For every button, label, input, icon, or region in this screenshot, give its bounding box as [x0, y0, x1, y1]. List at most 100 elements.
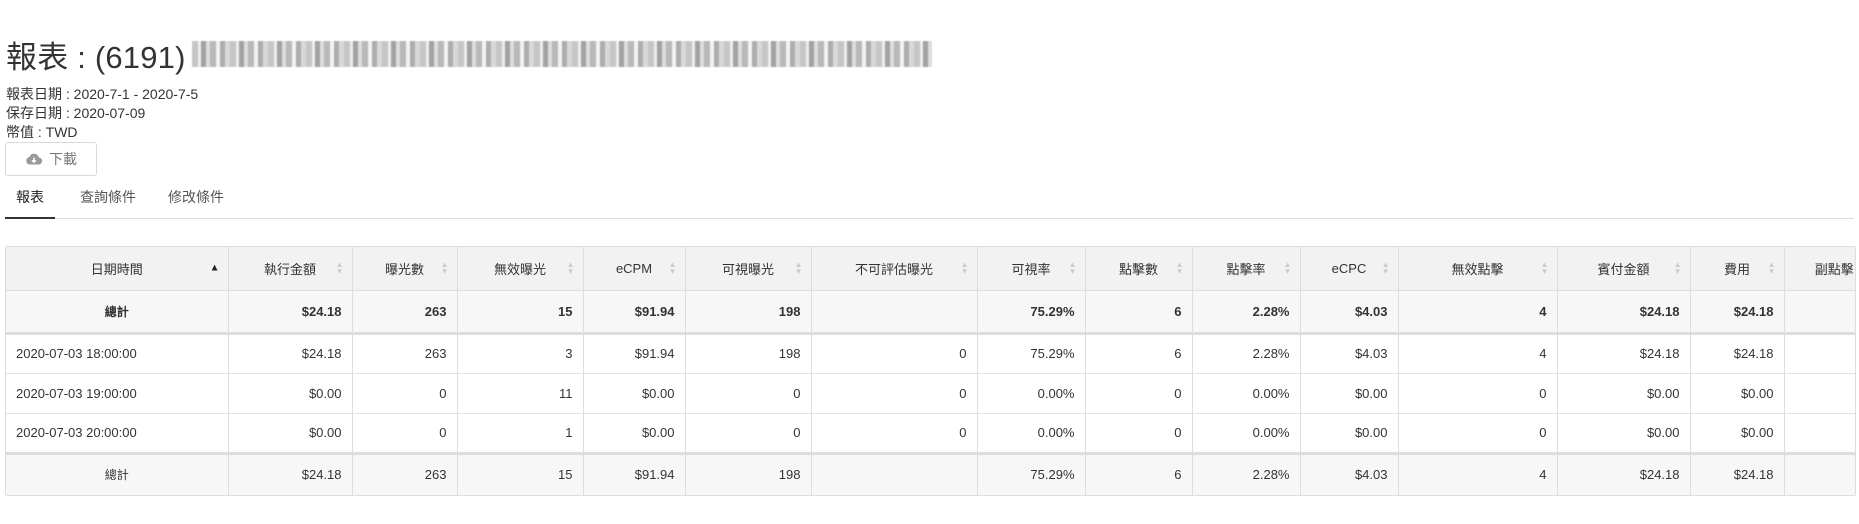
table-header-row: 日期時間 ▲ 執行金額 ▲ ▼ 曝光數 ▲ ▼ 無效曝光 ▲ ▼ eCPM ▲ ▼ 可視曝光 ▲ ▼ … [6, 247, 1855, 291]
table-cell: 0 [1398, 413, 1558, 454]
table-cell: 0.00% [1192, 413, 1301, 454]
table-cell: $24.18 [228, 333, 353, 374]
col-header-viewable-impressions[interactable]: 可視曝光 ▲ ▼ [685, 247, 812, 291]
col-header-viewability-rate[interactable]: 可視率 ▲ ▼ [977, 247, 1086, 291]
total-cell: $24.18 [1690, 290, 1785, 335]
col-header-datetime[interactable]: 日期時間 ▲ [6, 247, 229, 291]
table-cell: $0.00 [1557, 373, 1691, 414]
report-date: 報表日期 : 2020-7-1 - 2020-7-5 [6, 86, 199, 102]
total-cell: $4.03 [1300, 290, 1399, 335]
table-cell: 0.00% [977, 413, 1086, 454]
sort-icon: ▲ ▼ [1767, 260, 1776, 277]
total-cell: $24.18 [1690, 451, 1785, 495]
total-cell: 198 [685, 290, 812, 335]
table-cell: $0.00 [1300, 413, 1399, 454]
total-cell [1784, 451, 1855, 495]
cloud-download-icon [25, 152, 43, 166]
table-cell: 263 [352, 333, 458, 374]
table-cell: $0.00 [1557, 413, 1691, 454]
table-cell: 0 [811, 373, 978, 414]
col-header-ctr[interactable]: 點擊率 ▲ ▼ [1192, 247, 1301, 291]
table-cell: 0 [811, 413, 978, 454]
download-button[interactable]: 下載 [5, 142, 97, 176]
total-cell: $24.18 [228, 451, 353, 495]
table-cell: 0 [1784, 333, 1855, 374]
table-cell: 75.29% [977, 333, 1086, 374]
table-cell: $0.00 [228, 373, 353, 414]
total-cell: 15 [457, 290, 584, 335]
tab-edit-conditions[interactable]: 修改條件 [161, 180, 231, 217]
table-cell: $24.18 [1557, 333, 1691, 374]
total-cell: 總計 [6, 290, 229, 335]
table-cell: 0 [685, 373, 812, 414]
report-page: 報表 : (6191) 報表日期 : 2020-7-1 - 2020-7-5 保… [0, 0, 1859, 524]
col-header-secondary-clicks[interactable]: 副點擊▲▼ [1784, 247, 1855, 291]
table-cell: 0 [352, 373, 458, 414]
col-header-impressions[interactable]: 曝光數 ▲ ▼ [352, 247, 458, 291]
total-cell [811, 290, 978, 335]
sort-icon: ▲ ▼ [1381, 260, 1390, 277]
page-title: 報表 : (6191) [6, 34, 932, 75]
total-cell: $91.94 [583, 290, 686, 335]
col-header-unmeasurable-impressions[interactable]: 不可評估曝光 ▲ ▼ [811, 247, 978, 291]
sort-icon: ▲ ▼ [335, 260, 344, 277]
table-cell: 2020-07-03 18:00:00 [6, 333, 229, 374]
sort-icon: ▲ ▼ [440, 260, 449, 277]
col-header-invalid-impressions[interactable]: 無效曝光 ▲ ▼ [457, 247, 584, 291]
table-cell: 0 [1784, 373, 1855, 414]
table-cell: 1 [457, 413, 584, 454]
table-cell: $91.94 [583, 333, 686, 374]
total-cell: $24.18 [228, 290, 353, 335]
table-cell: $4.03 [1300, 333, 1399, 374]
total-cell: 2.28% [1192, 451, 1301, 495]
redacted-campaign-name [191, 41, 932, 67]
sort-icon: ▲ ▼ [1540, 260, 1549, 277]
tab-report[interactable]: 報表 [5, 180, 55, 219]
col-header-paid-amount[interactable]: 賓付金額 ▲ ▼ [1557, 247, 1691, 291]
col-header-cost[interactable]: 費用 ▲ ▼ [1690, 247, 1785, 291]
download-label: 下載 [49, 151, 77, 167]
sort-icon: ▲ ▼ [1175, 260, 1184, 277]
table-row: 2020-07-03 19:00:00 $0.00 0 11 $0.00 0 0… [6, 373, 1855, 414]
col-header-ecpm[interactable]: eCPM ▲ ▼ [583, 247, 686, 291]
total-cell: $24.18 [1557, 290, 1691, 335]
total-cell [811, 451, 978, 495]
sort-icon: ▲ ▼ [1068, 260, 1077, 277]
table-cell: 0 [811, 333, 978, 374]
table-cell: 0.00% [1192, 373, 1301, 414]
table-cell: 0 [1085, 373, 1193, 414]
col-header-spend[interactable]: 執行金額 ▲ ▼ [228, 247, 353, 291]
sort-icon: ▲ ▼ [566, 260, 575, 277]
tab-query-conditions[interactable]: 查詢條件 [73, 180, 143, 217]
total-cell: 75.29% [977, 290, 1086, 335]
total-cell: $4.03 [1300, 451, 1399, 495]
table-cell: 2020-07-03 20:00:00 [6, 413, 229, 454]
total-cell: 6 [1085, 451, 1193, 495]
table-cell: $0.00 [583, 413, 686, 454]
table-cell: 0 [352, 413, 458, 454]
report-table: 日期時間 ▲ 執行金額 ▲ ▼ 曝光數 ▲ ▼ 無效曝光 ▲ ▼ eCPM ▲ ▼ 可視曝光 ▲ ▼ … [5, 246, 1856, 496]
table-row: 2020-07-03 20:00:00 $0.00 0 1 $0.00 0 0 … [6, 413, 1855, 454]
table-cell: $0.00 [1690, 373, 1785, 414]
col-header-invalid-clicks[interactable]: 無效點擊 ▲ ▼ [1398, 247, 1558, 291]
table-cell: 0.00% [977, 373, 1086, 414]
sort-icon: ▲ ▼ [668, 260, 677, 277]
tab-bar: 報表 查詢條件 修改條件 [5, 180, 1854, 219]
sort-icon: ▲ ▼ [1673, 260, 1682, 277]
table-cell: $0.00 [583, 373, 686, 414]
total-cell: 總計 [6, 451, 229, 495]
col-header-ecpc[interactable]: eCPC ▲ ▼ [1300, 247, 1399, 291]
table-cell: $0.00 [1300, 373, 1399, 414]
col-header-clicks[interactable]: 點擊數 ▲ ▼ [1085, 247, 1193, 291]
total-cell: $24.18 [1557, 451, 1691, 495]
total-cell: 75.29% [977, 451, 1086, 495]
total-cell: 6 [1085, 290, 1193, 335]
total-cell: 263 [352, 290, 458, 335]
table-cell: 0 [1784, 413, 1855, 454]
table-cell: 6 [1085, 333, 1193, 374]
table-cell: 0 [685, 413, 812, 454]
table-cell: 2.28% [1192, 333, 1301, 374]
table-cell: $0.00 [1690, 413, 1785, 454]
sort-icon: ▲ ▼ [794, 260, 803, 277]
total-row-bottom: 總計 $24.18 263 15 $91.94 198 75.29% 6 2.2… [6, 451, 1855, 495]
